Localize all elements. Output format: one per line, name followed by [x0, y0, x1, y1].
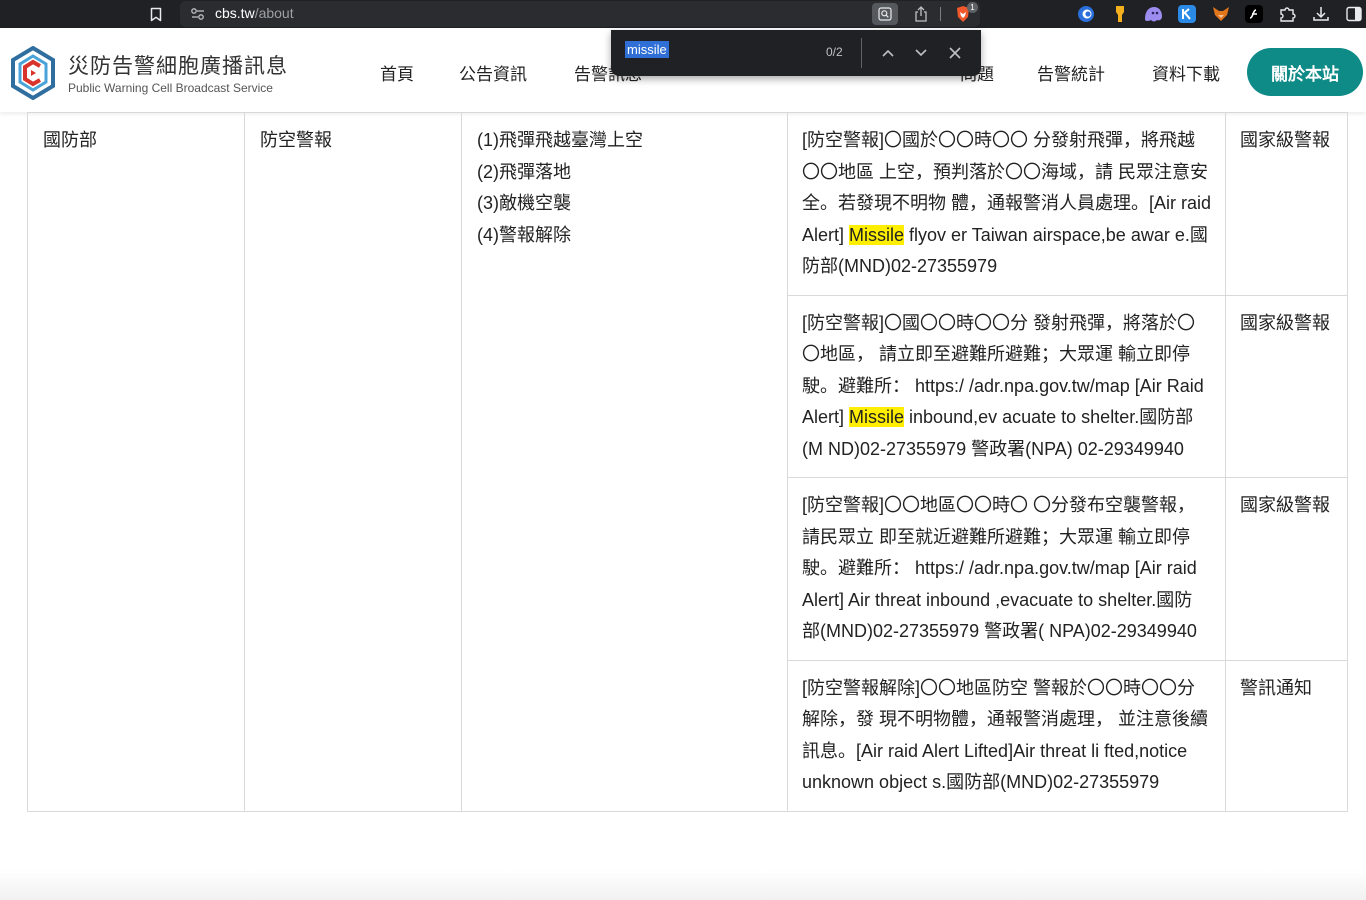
nav-alert-statistics[interactable]: 告警統計 — [1037, 60, 1105, 85]
address-bar[interactable]: cbs.tw/about 1 — [180, 1, 980, 27]
agency-cell: 國防部 — [27, 112, 245, 812]
download-icon[interactable] — [1311, 4, 1331, 24]
find-close-icon[interactable] — [944, 42, 966, 64]
nav-announcements[interactable]: 公告資訊 — [459, 60, 527, 85]
fox-wallet-icon[interactable] — [1211, 4, 1231, 24]
message-text: [防空警報]〇〇地區〇〇時〇 〇分發布空襲警報，請民眾立 即至就近避難所避難；大… — [802, 495, 1197, 641]
site-logo-icon[interactable] — [10, 45, 56, 101]
puzzle-icon[interactable] — [1277, 4, 1297, 24]
ghost-icon[interactable] — [1143, 4, 1163, 24]
site-title[interactable]: 災防告警細胞廣播訊息 — [68, 50, 288, 80]
find-match-count: 0/2 — [826, 45, 843, 59]
url-host: cbs.tw — [215, 5, 255, 21]
message-text: [防空警報解除]〇〇地區防空 警報於〇〇時〇〇分解除，發 現不明物體，通報警消處… — [802, 677, 1208, 793]
site-subtitle: Public Warning Cell Broadcast Service — [68, 81, 273, 95]
find-query: missile — [625, 41, 669, 58]
find-in-page-icon[interactable] — [872, 3, 898, 25]
nav-home[interactable]: 首頁 — [380, 60, 414, 85]
k-app-icon[interactable] — [1177, 4, 1197, 24]
url-text[interactable]: cbs.tw/about — [215, 5, 294, 21]
list-item: (4)警報解除 — [477, 224, 571, 245]
list-item: (2)飛彈落地 — [477, 161, 571, 182]
find-highlight: Missile — [849, 407, 905, 427]
message-cell: [防空警報]〇國〇〇時〇〇分 發射飛彈，將落於〇〇地區， 請立即至避難所避難；大… — [787, 294, 1226, 478]
share-icon[interactable] — [908, 3, 934, 25]
find-highlight: Missile — [849, 224, 905, 245]
bookmark-icon[interactable] — [145, 4, 167, 24]
list-item: (3)敵機空襲 — [477, 193, 571, 213]
level-cell: 國家級警報 — [1225, 294, 1348, 478]
url-path: /about — [254, 5, 294, 21]
sidebar-icon[interactable] — [1344, 4, 1364, 24]
highlighter-icon[interactable] — [1110, 4, 1130, 24]
nav-about-button[interactable]: 關於本站 — [1247, 48, 1363, 96]
nav-downloads[interactable]: 資料下載 — [1152, 60, 1220, 85]
main-content: 國防部 防空警報 (1)飛彈飛越臺灣上空 (2)飛彈落地 (3)敵機空襲 (4)… — [0, 112, 1366, 900]
category-cell: 防空警報 — [244, 112, 462, 812]
find-bar: missile 0/2 — [611, 30, 981, 76]
find-input[interactable]: missile — [625, 41, 815, 64]
list-item: (1)飛彈飛越臺灣上空 — [477, 130, 643, 150]
message-cell: [防空警報]〇〇地區〇〇時〇 〇分發布空襲警報，請民眾立 即至就近避難所避難；大… — [787, 477, 1226, 661]
find-divider — [861, 38, 862, 68]
message-cell: [防空警報解除]〇〇地區防空 警報於〇〇時〇〇分解除，發 現不明物體，通報警消處… — [787, 659, 1226, 812]
level-cell: 國家級警報 — [1225, 112, 1348, 296]
find-next-icon[interactable] — [910, 42, 932, 64]
site-settings-icon[interactable] — [190, 6, 206, 22]
script-icon[interactable] — [1244, 4, 1264, 24]
alert-type-table: 國防部 防空警報 (1)飛彈飛越臺灣上空 (2)飛彈落地 (3)敵機空襲 (4)… — [27, 112, 1348, 812]
address-bar-separator — [940, 7, 941, 21]
edge-copilot-icon[interactable] — [1076, 4, 1096, 24]
level-cell: 國家級警報 — [1225, 477, 1348, 661]
browser-toolbar: cbs.tw/about 1 — [0, 0, 1366, 28]
message-cell: [防空警報]〇國於〇〇時〇〇 分發射飛彈，將飛越〇〇地區 上空，預判落於〇〇海域… — [787, 112, 1226, 296]
find-previous-icon[interactable] — [877, 42, 899, 64]
alert-types-cell: (1)飛彈飛越臺灣上空 (2)飛彈落地 (3)敵機空襲 (4)警報解除 — [461, 112, 788, 812]
level-cell: 警訊通知 — [1225, 659, 1348, 812]
table-row: 國防部 防空警報 (1)飛彈飛越臺灣上空 (2)飛彈落地 (3)敵機空襲 (4)… — [27, 112, 1348, 812]
shields-count-badge: 1 — [967, 2, 978, 13]
brave-shields-icon[interactable]: 1 — [950, 2, 978, 25]
